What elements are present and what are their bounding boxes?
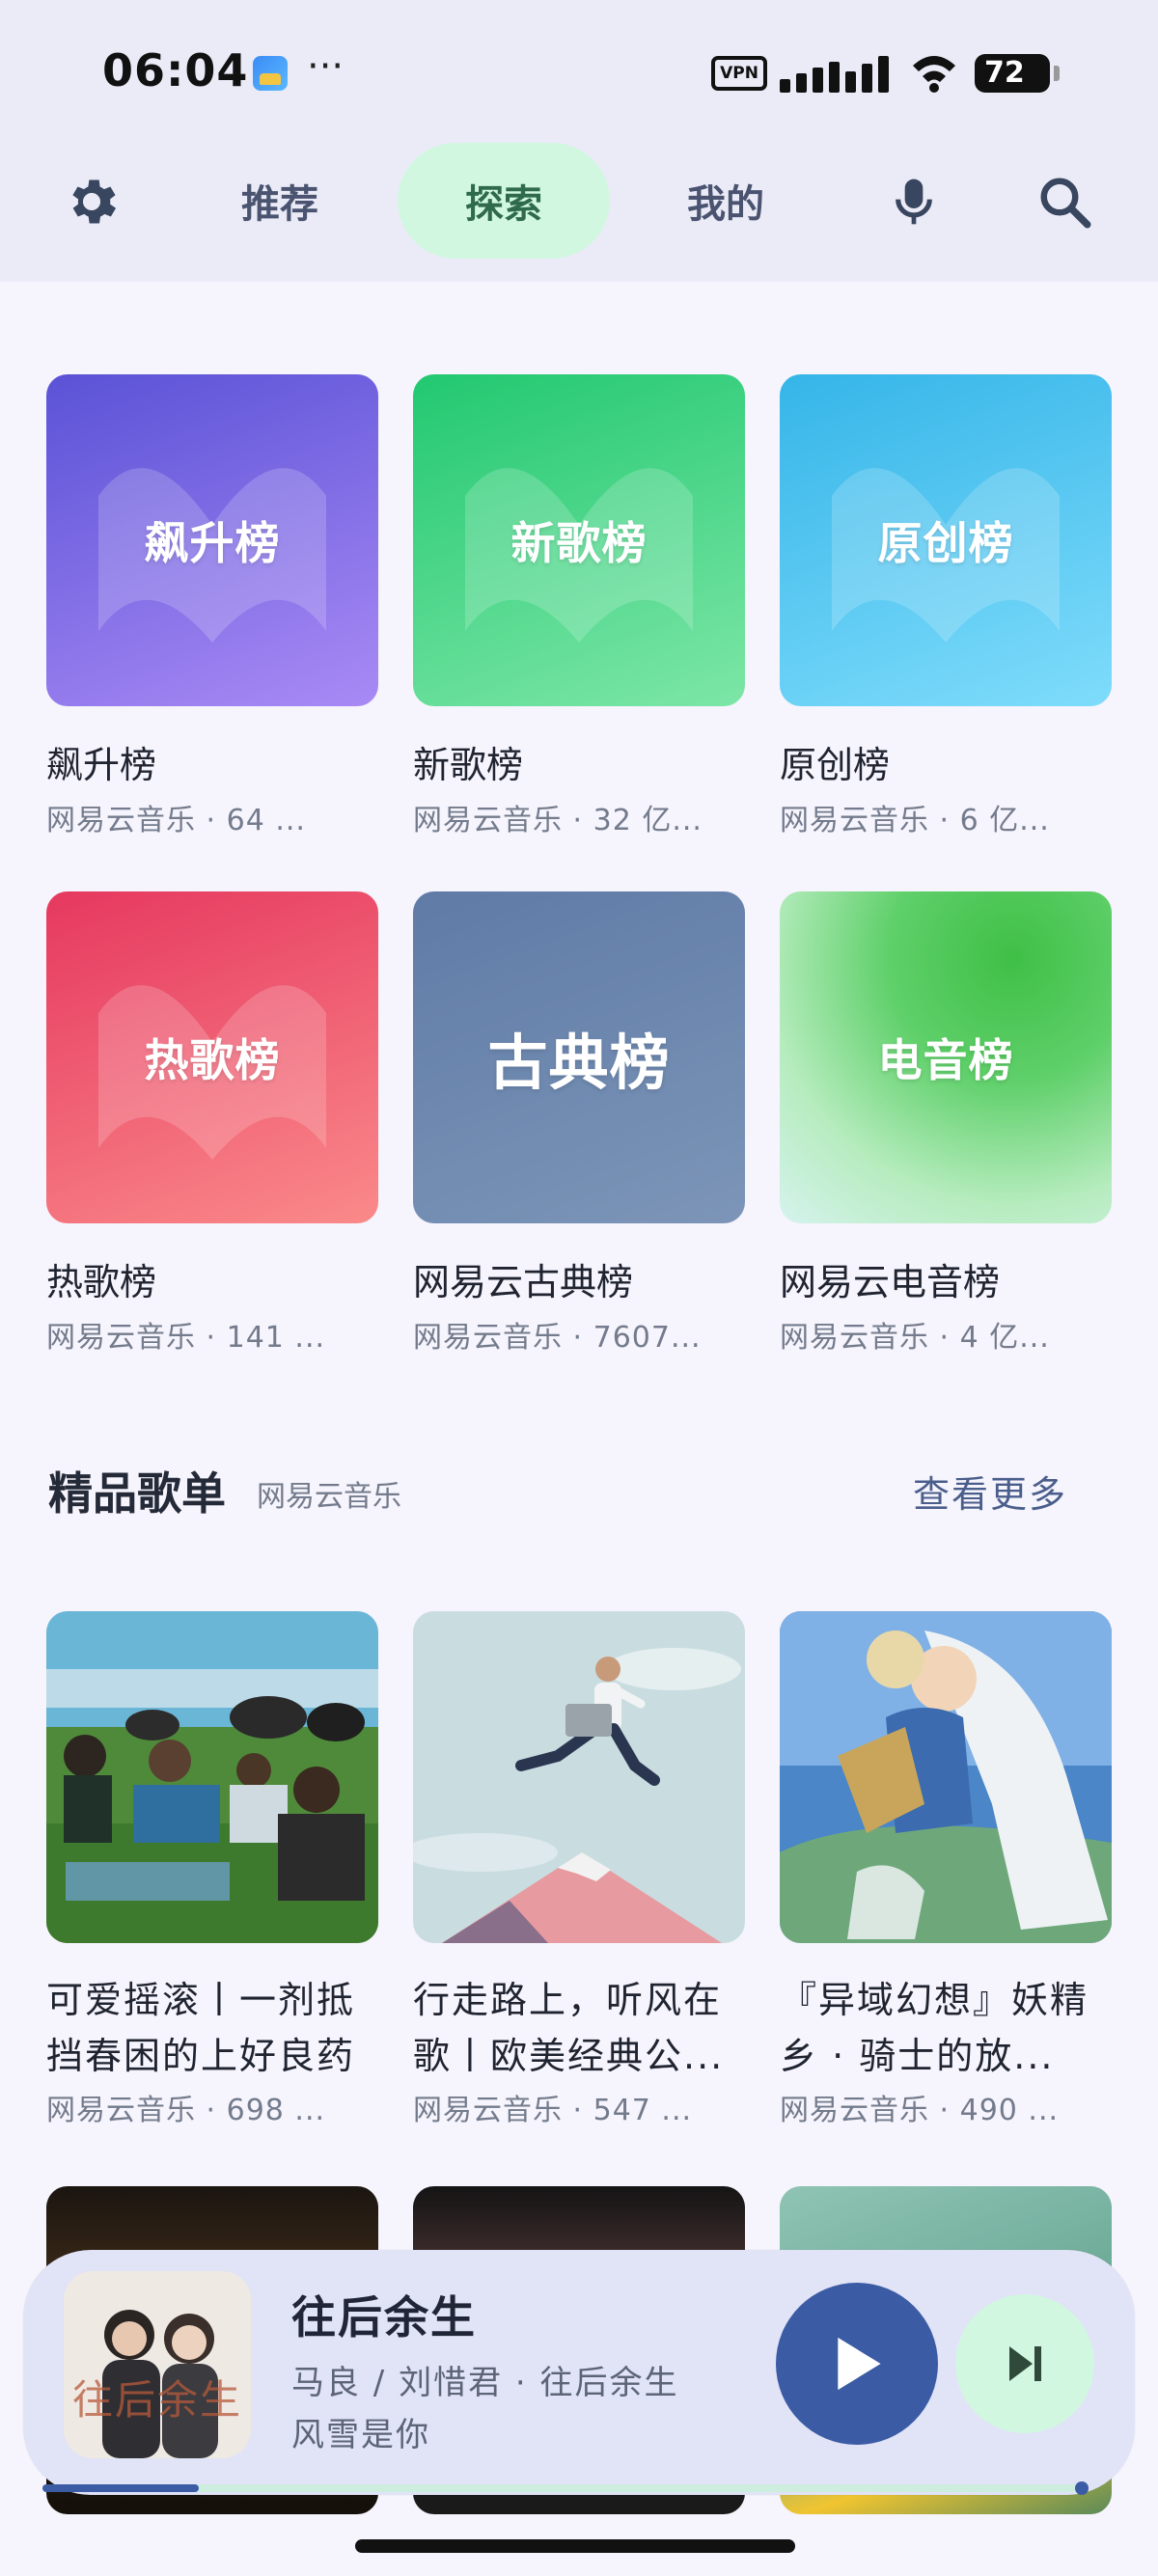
chart-cover: 电音榜 [780,891,1112,1223]
chart-subtitle: 网易云音乐 · 64 ... [46,804,306,837]
playback-progress-bar[interactable] [42,2481,1089,2495]
now-playing-cover: 往后余生 [64,2271,251,2458]
chart-cover-title: 古典榜 [487,1028,671,1098]
playlist-subtitle: 网易云音乐 · 490 ... [780,2094,1060,2127]
progress-end-dot [1075,2481,1089,2495]
skip-next-icon [1009,2346,1041,2381]
mini-player[interactable]: 往后余生 往后余生 马良 / 刘惜君 · 往后余生 风雪是你 [23,2250,1135,2495]
chart-title: 飙升榜 [46,744,157,786]
battery-indicator: 72 [975,54,1060,93]
chart-card-classical[interactable]: 古典榜 网易云古典榜 网易云音乐 · 7607... [413,891,745,1356]
chart-cover-title: 原创榜 [877,517,1014,569]
playlist-title: 可爱摇滚丨一剂抵挡春困的上好良药 [46,1979,356,2077]
section-title: 精品歌单 [48,1467,226,1520]
tab-explore[interactable]: 探索 [398,143,610,259]
chart-card-new[interactable]: 新歌榜 新歌榜 网易云音乐 · 32 亿... [413,374,745,838]
status-time: 06:04 [102,44,249,96]
now-playing-lyric: 风雪是你 [291,2416,430,2454]
chart-subtitle: 网易云音乐 · 6 亿... [780,804,1050,837]
home-indicator[interactable] [355,2539,795,2553]
chart-cover: 原创榜 [780,374,1112,706]
chart-cover: 飙升榜 [46,374,378,706]
playlist-title: 『异域幻想』妖精乡 · 骑士的放... [780,1979,1089,2077]
chart-title: 新歌榜 [413,744,524,786]
chart-card-original[interactable]: 原创榜 原创榜 网易云音乐 · 6 亿... [780,374,1112,838]
chart-title: 原创榜 [780,744,891,786]
chart-cover-title: 热歌榜 [144,1034,281,1086]
see-more-link[interactable]: 查看更多 [913,1465,1067,1518]
chart-cover-title: 新歌榜 [510,517,648,569]
microphone-icon[interactable] [880,168,948,235]
playlist-cover [413,1611,745,1943]
top-bar: 06:04 ··· VPN 72 推荐 探索 我的 [0,0,1158,282]
chart-title: 网易云古典榜 [413,1261,634,1303]
playlist-subtitle: 网易云音乐 · 698 ... [46,2094,326,2127]
wifi-icon [913,56,955,93]
chart-cover-title: 电音榜 [877,1034,1014,1086]
chart-cover: 热歌榜 [46,891,378,1223]
playlist-cover [46,1611,378,1943]
next-button[interactable] [955,2294,1094,2433]
tab-mine[interactable]: 我的 [668,143,784,259]
gear-icon[interactable] [58,168,125,235]
playlist-card[interactable]: 可爱摇滚丨一剂抵挡春困的上好良药 网易云音乐 · 698 ... [46,1611,378,2128]
chart-subtitle: 网易云音乐 · 141 ... [46,1321,326,1355]
play-icon [838,2337,881,2391]
chart-title: 热歌榜 [46,1261,157,1303]
chart-cover: 古典榜 [413,891,745,1223]
chart-subtitle: 网易云音乐 · 7607... [413,1321,702,1355]
chart-cover: 新歌榜 [413,374,745,706]
now-playing-artist: 马良 / 刘惜君 · 往后余生 [291,2364,679,2402]
playlist-card[interactable]: 行走路上，听风在歌丨欧美经典公... 网易云音乐 · 547 ... [413,1611,745,2128]
playlist-card[interactable]: 『异域幻想』妖精乡 · 骑士的放... 网易云音乐 · 490 ... [780,1611,1112,2128]
tab-recommend[interactable]: 推荐 [222,143,338,259]
now-playing-cover-text: 往后余生 [71,2376,242,2424]
now-playing-title: 往后余生 [291,2291,477,2343]
section-source: 网易云音乐 [257,1480,401,1514]
signal-icon [780,54,896,93]
chart-title: 网易云电音榜 [780,1261,1001,1303]
playlist-subtitle: 网易云音乐 · 547 ... [413,2094,693,2127]
chart-cover-title: 飙升榜 [144,517,281,569]
playlist-cover [780,1611,1112,1943]
chart-subtitle: 网易云音乐 · 4 亿... [780,1321,1050,1355]
chart-card-soaring[interactable]: 飙升榜 飙升榜 网易云音乐 · 64 ... [46,374,378,838]
search-icon[interactable] [1031,168,1098,235]
chart-card-electronic[interactable]: 电音榜 网易云电音榜 网易云音乐 · 4 亿... [780,891,1112,1356]
vpn-icon: VPN [711,56,767,91]
more-notifications-icon: ··· [307,44,345,89]
playback-progress-fill [42,2484,199,2492]
status-bar: 06:04 ··· VPN 72 [0,0,1158,145]
chart-card-hot[interactable]: 热歌榜 热歌榜 网易云音乐 · 141 ... [46,891,378,1356]
chart-subtitle: 网易云音乐 · 32 亿... [413,804,703,837]
play-button[interactable] [776,2283,938,2445]
gallery-notification-icon [253,56,288,91]
playlist-title: 行走路上，听风在歌丨欧美经典公... [413,1979,725,2077]
